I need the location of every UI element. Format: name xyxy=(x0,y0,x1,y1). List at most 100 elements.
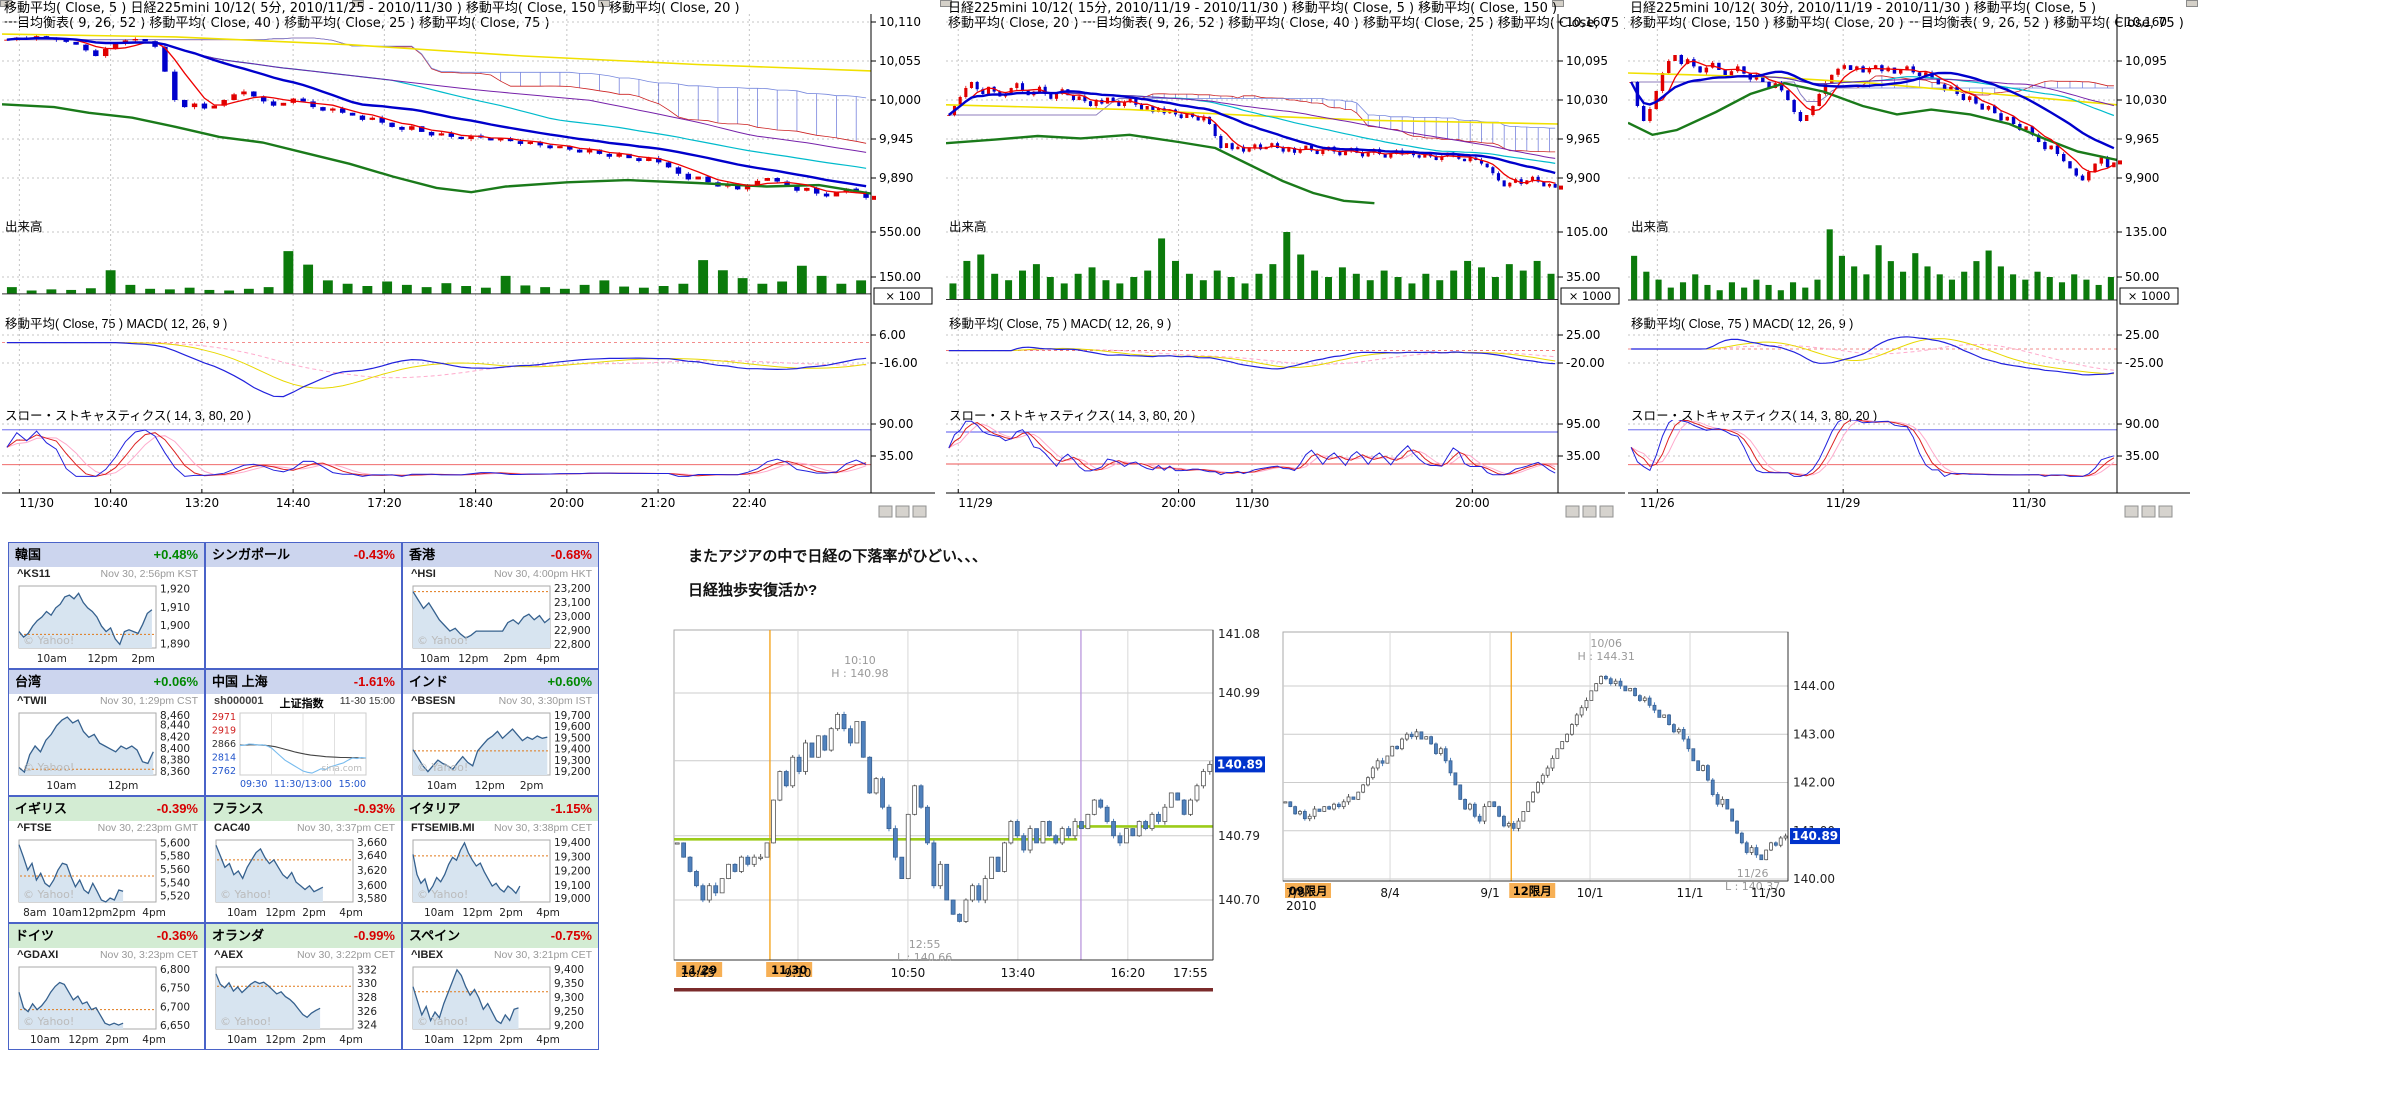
volume-bar xyxy=(777,282,787,294)
time-axis-label: 9:10 xyxy=(784,966,811,980)
volume-bar xyxy=(991,274,998,300)
symbol-row: sh000001上证指数11-30 15:00 xyxy=(206,694,401,711)
volume-bar xyxy=(949,283,956,299)
volume-bar xyxy=(125,285,135,294)
mini-x-label: 12pm xyxy=(462,907,492,919)
yahoo-watermark: © Yahoo! xyxy=(23,761,74,774)
value-axis-label: 35.00 xyxy=(879,449,913,463)
time-axis-label: 8/4 xyxy=(1380,886,1399,900)
annotation-price: L : 140.66 xyxy=(897,951,952,964)
time-axis-label: 7/6 xyxy=(1286,886,1305,900)
volume-bar xyxy=(599,280,609,294)
mini-chart: © Yahoo!19,70019,60019,50019,40019,30019… xyxy=(403,711,598,795)
sina-index-title: 上证指数 xyxy=(280,695,324,711)
market-cell-^AEX[interactable]: オランダ-0.99%^AEXNov 30, 3:22pm CET© Yahoo!… xyxy=(205,923,402,1050)
scrollbar-button[interactable] xyxy=(879,506,892,517)
yahoo-watermark: © Yahoo! xyxy=(220,888,271,901)
technical-chart-canvas[interactable]: 11/2920:0011/3020:0010,16010,09510,0309,… xyxy=(946,0,1625,530)
volume-scale-label: × 1000 xyxy=(2128,289,2171,303)
mini-y-label: 19,300 xyxy=(554,851,591,863)
mini-x-label: 12pm xyxy=(475,780,505,792)
market-cell-^HSI[interactable]: 香港-0.68%^HSINov 30, 4:00pm HKT© Yahoo!23… xyxy=(402,542,599,669)
market-cell-header: イタリア-1.15% xyxy=(403,797,598,821)
scrollbar-button[interactable] xyxy=(2142,506,2155,517)
volume-bar xyxy=(1186,274,1193,300)
market-cell-^GDAXI[interactable]: ドイツ-0.36%^GDAXINov 30, 3:23pm CET© Yahoo… xyxy=(8,923,205,1050)
mini-x-label: 2pm xyxy=(503,653,527,665)
volume-bar xyxy=(145,289,155,294)
nikkei225mini-5min-chart-panel[interactable]: 移動平均( Close, 5 ) 日経225mini 10/12( 5分, 20… xyxy=(2,0,935,530)
volume-bar xyxy=(1680,282,1686,300)
mini-chart: © Yahoo!33233032832632410am12pm2pm4pm xyxy=(206,965,401,1049)
volume-bar xyxy=(1339,267,1346,299)
market-name: シンガポール xyxy=(212,543,290,567)
market-cell-^TWII[interactable]: 台湾+0.06%^TWIINov 30, 1:29pm CST© Yahoo!8… xyxy=(8,669,205,796)
symbol-row: ^TWIINov 30, 1:29pm CST xyxy=(9,694,204,711)
scrollbar-button[interactable] xyxy=(2125,506,2138,517)
volume-bar xyxy=(1436,280,1443,299)
technical-chart-canvas[interactable]: 11/3010:4013:2014:4017:2018:4020:0021:20… xyxy=(2,0,935,530)
volume-bar xyxy=(1478,267,1485,299)
symbol-row: ^FTSENov 30, 2:23pm GMT xyxy=(9,821,204,838)
sina-y-label: 2814 xyxy=(212,753,236,764)
mini-y-label: 6,700 xyxy=(160,1002,190,1014)
range-scrollbar[interactable] xyxy=(674,988,1213,992)
sina-x-label: 11:30/13:00 xyxy=(274,779,332,790)
market-cell-CAC40[interactable]: フランス-0.93%CAC40Nov 30, 3:37pm CET© Yahoo… xyxy=(205,796,402,923)
value-axis-label: 6.00 xyxy=(879,328,906,342)
mini-x-label: 4pm xyxy=(536,907,560,919)
time-axis-label: 11/1 xyxy=(1677,886,1704,900)
market-cell-header: 韓国+0.48% xyxy=(9,543,204,567)
market-cell-sh000001[interactable]: 中国 上海-1.61%sh000001上证指数11-30 15:00297129… xyxy=(205,669,402,796)
mini-chart: © Yahoo!1,9201,9101,9001,89010am12pm2pm xyxy=(9,584,204,668)
mini-y-label: 23,100 xyxy=(554,597,591,609)
volume-bar xyxy=(303,265,313,294)
volume-bar xyxy=(323,280,333,294)
mini-x-label: 12pm xyxy=(68,1034,98,1046)
volume-bar xyxy=(46,289,56,294)
time-axis-label: 13:40 xyxy=(1001,966,1036,980)
volume-scale-label: × 1000 xyxy=(1569,289,1612,303)
scrollbar-button[interactable] xyxy=(1600,506,1613,517)
volume-bar xyxy=(1005,280,1012,299)
intraday-price-chart[interactable]: 141.08140.99140.79140.70140.8910:10H : 1… xyxy=(670,620,1330,1020)
price-axis-label: 141.08 xyxy=(1218,627,1260,641)
macd-pane xyxy=(2,343,871,397)
time-axis-label: 17:20 xyxy=(367,496,402,510)
nikkei225mini-15min-chart-panel[interactable]: 日経225mini 10/12( 15分, 2010/11/19 - 2010/… xyxy=(946,0,1625,530)
time-axis-label: 14:40 xyxy=(276,496,311,510)
value-axis-label: 10,095 xyxy=(1566,54,1608,68)
volume-bar xyxy=(1961,272,1967,300)
market-cell-^KS11[interactable]: 韓国+0.48%^KS11Nov 30, 2:56pm KST© Yahoo!1… xyxy=(8,542,205,669)
volume-bar xyxy=(1924,266,1930,300)
world-markets-grid: 韓国+0.48%^KS11Nov 30, 2:56pm KST© Yahoo!1… xyxy=(8,542,601,1052)
volume-bar xyxy=(1949,280,1955,300)
scrollbar-button[interactable] xyxy=(1583,506,1596,517)
scrollbar-button[interactable] xyxy=(896,506,909,517)
market-cell-FTSEMIB.MI[interactable]: イタリア-1.15%FTSEMIB.MINov 30, 3:38pm CET© … xyxy=(402,796,599,923)
symbol-row: ^BSESNNov 30, 3:30pm IST xyxy=(403,694,598,711)
volume-bar xyxy=(382,282,392,294)
mini-y-label: 3,580 xyxy=(357,893,387,905)
value-axis-label: 50.00 xyxy=(2125,270,2159,284)
volume-bar xyxy=(1116,283,1123,299)
volume-bar xyxy=(1089,267,1096,299)
value-axis-label: 10,055 xyxy=(879,54,921,68)
technical-chart-canvas[interactable]: 11/2611/2911/3010,16010,09510,0309,9659,… xyxy=(1628,0,2190,530)
scrollbar-button[interactable] xyxy=(913,506,926,517)
market-change-percent: -0.43% xyxy=(354,543,395,567)
market-cell-^FTSE[interactable]: イギリス-0.39%^FTSENov 30, 2:23pm GMT© Yahoo… xyxy=(8,796,205,923)
daily-price-chart[interactable]: 144.00143.00142.00141.00140.00140.8910/0… xyxy=(1278,625,1898,955)
nikkei225mini-30min-chart-panel[interactable]: 日経225mini 10/12( 30分, 2010/11/19 - 2010/… xyxy=(1628,0,2190,530)
market-cell-^BSESN[interactable]: インド+0.60%^BSESNNov 30, 3:30pm IST© Yahoo… xyxy=(402,669,599,796)
time-axis-label: 20:00 xyxy=(550,496,585,510)
volume-bar xyxy=(1973,261,1979,300)
volume-bar xyxy=(1863,274,1869,300)
market-cell-シンガポール[interactable]: シンガポール -0.43% xyxy=(205,542,402,669)
market-cell-^IBEX[interactable]: スペイン-0.75%^IBEXNov 30, 3:21pm CET© Yahoo… xyxy=(402,923,599,1050)
scrollbar-button[interactable] xyxy=(1566,506,1579,517)
mini-y-label: 19,000 xyxy=(554,893,591,905)
mini-y-label: 6,750 xyxy=(160,982,190,994)
volume-bar xyxy=(1937,274,1943,300)
scrollbar-button[interactable] xyxy=(2159,506,2172,517)
